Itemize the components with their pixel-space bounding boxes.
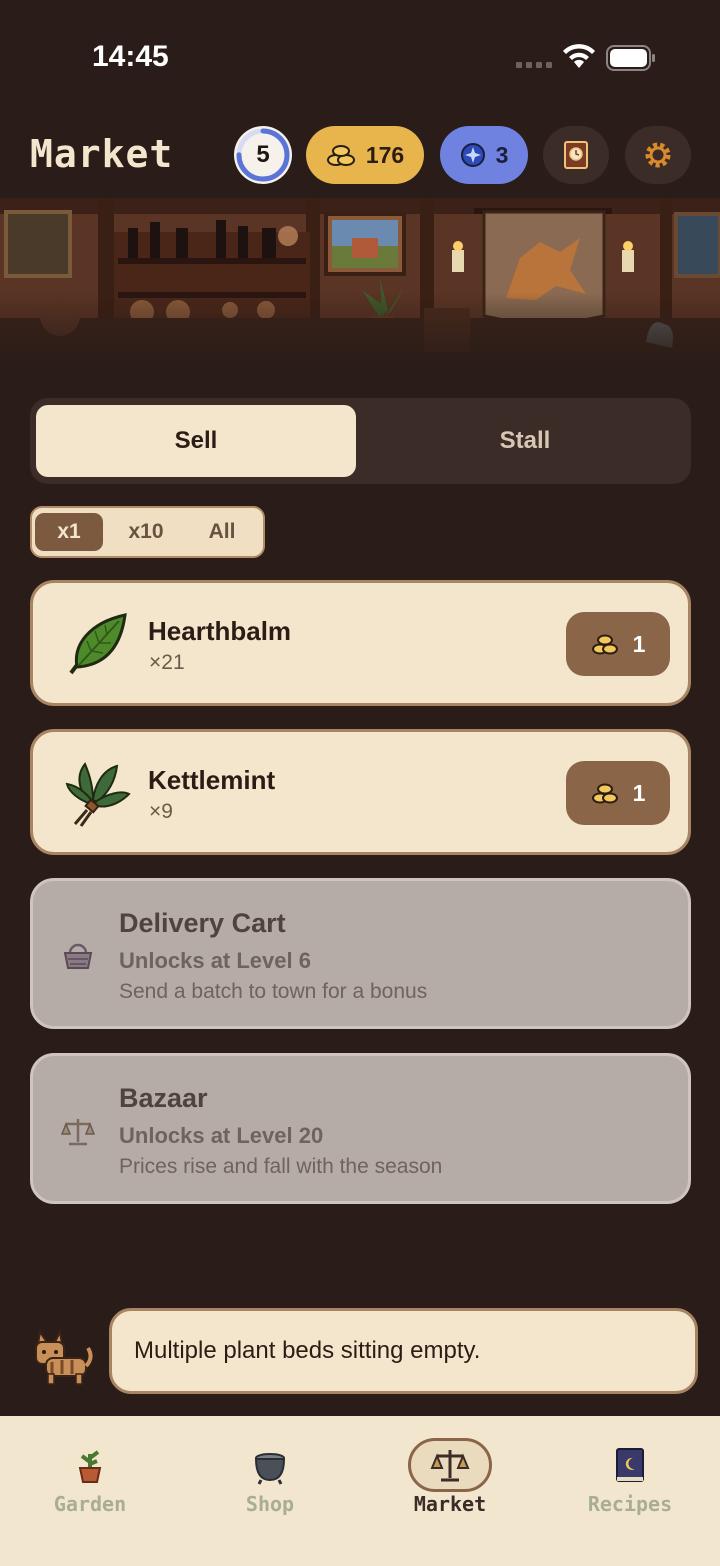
sell-stall-switch: Sell Stall (30, 398, 691, 484)
nav-label: Garden (53, 1492, 127, 1516)
coins-icon (326, 145, 355, 166)
scales-icon (430, 1450, 470, 1482)
moon-book-icon (616, 1448, 644, 1482)
gems-count: 3 (495, 141, 509, 168)
locked-delivery-cart: Delivery Cart Unlocks at Level 6 Send a … (30, 878, 691, 1029)
sell-price: 1 (632, 779, 646, 806)
hint-bubble[interactable]: Multiple plant beds sitting empty. (109, 1308, 698, 1394)
nav-recipes[interactable]: Recipes (540, 1416, 720, 1566)
locked-description: Send a batch to town for a bonus (119, 980, 428, 1003)
coins-count: 176 (365, 141, 405, 168)
quantity-x10-option[interactable]: x10 (112, 513, 180, 551)
scales-icon (61, 1119, 95, 1146)
wifi-icon (563, 44, 595, 68)
locked-description: Prices rise and fall with the season (119, 1155, 443, 1178)
coins-icon (591, 634, 618, 655)
bottom-nav: Garden Shop Market Recipes (0, 1416, 720, 1566)
nav-market[interactable]: Market (360, 1416, 540, 1566)
locked-title: Bazaar (119, 1083, 208, 1113)
status-time: 14:45 (92, 40, 169, 73)
tavern-illustration (0, 198, 720, 370)
header: Market 5 176 3 (0, 122, 720, 186)
gems-pill[interactable]: 3 (440, 126, 528, 184)
item-name: Hearthbalm (148, 616, 292, 646)
quantity-x1-option[interactable]: x1 (35, 513, 103, 551)
gear-icon (645, 142, 671, 168)
battery-icon (606, 45, 655, 71)
nav-garden[interactable]: Garden (0, 1416, 180, 1566)
settings-button[interactable] (625, 126, 691, 184)
quantity-selector: x1 x10 All (30, 506, 265, 558)
basket-icon (63, 943, 93, 969)
coins-pill[interactable]: 176 (306, 126, 424, 184)
sell-button[interactable]: 1 (566, 612, 670, 676)
tab-sell[interactable]: Sell (36, 405, 356, 477)
nav-label: Market (413, 1492, 487, 1516)
hint-text: Multiple plant beds sitting empty. (134, 1337, 481, 1364)
nav-label: Recipes (587, 1492, 673, 1516)
level-badge[interactable]: 5 (234, 126, 292, 184)
cellular-signal-icon (516, 62, 552, 68)
level-number: 5 (256, 141, 270, 168)
quantity-all-option[interactable]: All (188, 513, 256, 551)
sell-price: 1 (632, 630, 646, 657)
cat-icon[interactable] (30, 1322, 94, 1386)
clock-book-icon (564, 141, 588, 169)
locked-requirement: Unlocks at Level 6 (119, 948, 311, 973)
locked-bazaar: Bazaar Unlocks at Level 20 Prices rise a… (30, 1053, 691, 1204)
cauldron-icon (254, 1453, 286, 1485)
tab-stall[interactable]: Stall (365, 405, 685, 477)
coins-icon (591, 783, 618, 804)
locked-requirement: Unlocks at Level 20 (119, 1123, 324, 1148)
herb-bundle-icon (65, 762, 131, 827)
item-quantity: ×21 (149, 651, 185, 674)
sell-item-kettlemint: Kettlemint ×9 1 (30, 729, 691, 855)
status-bar: 14:45 (0, 0, 720, 110)
leaf-icon (69, 613, 127, 675)
locked-title: Delivery Cart (119, 908, 286, 938)
gem-icon (460, 143, 485, 167)
page-title: Market (30, 132, 174, 176)
journal-button[interactable] (543, 126, 609, 184)
nav-shop[interactable]: Shop (180, 1416, 360, 1566)
item-quantity: ×9 (149, 800, 173, 823)
item-name: Kettlemint (148, 765, 276, 795)
potted-plant-icon (78, 1450, 102, 1483)
sell-item-hearthbalm: Hearthbalm ×21 1 (30, 580, 691, 706)
nav-label: Shop (245, 1492, 295, 1516)
market-banner (0, 198, 720, 370)
sell-button[interactable]: 1 (566, 761, 670, 825)
